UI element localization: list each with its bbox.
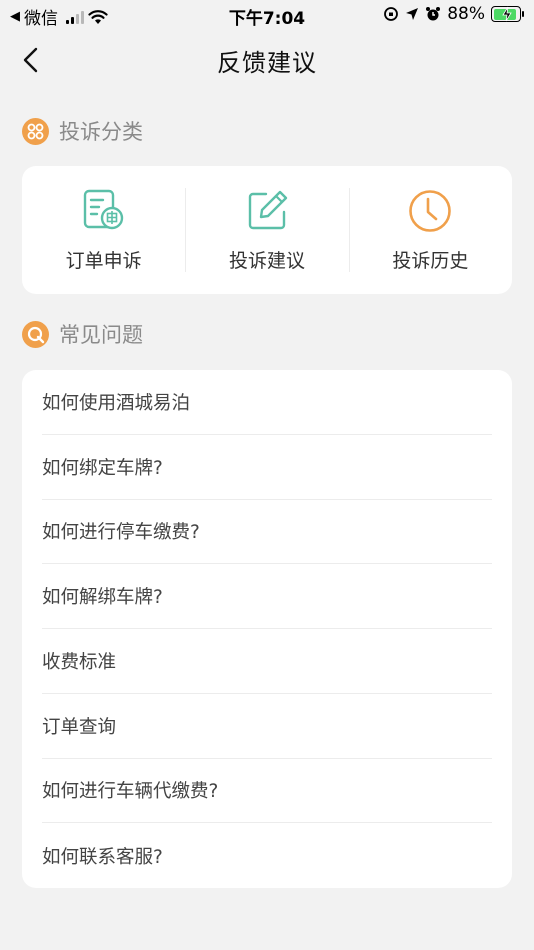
cellular-signal-icon (66, 10, 84, 24)
order-appeal-icon (83, 189, 123, 229)
faq-list: 如何使用酒城易泊 如何绑定车牌? 如何进行停车缴费? 如何解绑车牌? 收费标准 … (22, 370, 512, 888)
faq-item[interactable]: 如何使用酒城易泊 (42, 370, 492, 435)
faq-item[interactable]: 如何联系客服? (42, 823, 492, 888)
status-bar: ◀ 微信 下午7:04 88% (0, 0, 534, 30)
status-right: 88% (383, 4, 524, 24)
faq-item[interactable]: 如何绑定车牌? (42, 435, 492, 500)
complaint-history-button[interactable]: 投诉历史 (348, 166, 512, 294)
screen-rotation-lock-icon (384, 7, 399, 21)
complaint-section-title: 投诉分类 (59, 120, 143, 144)
order-appeal-button[interactable]: 订单申诉 (22, 166, 185, 294)
complaint-suggestion-button[interactable]: 投诉建议 (185, 166, 348, 294)
location-arrow-icon (406, 8, 419, 20)
alarm-icon (426, 7, 441, 21)
faq-item[interactable]: 如何进行车辆代缴费? (42, 759, 492, 824)
faq-section-header: 常见问题 (22, 319, 143, 349)
battery-charging-icon (491, 6, 524, 22)
faq-q-icon (22, 320, 49, 348)
faq-item[interactable]: 如何进行停车缴费? (42, 500, 492, 565)
clock-icon (409, 189, 452, 232)
back-app-label: 微信 (24, 9, 58, 29)
complaint-category-card: 订单申诉 投诉建议 投诉历史 (22, 166, 512, 294)
page-title: 反馈建议 (217, 48, 317, 77)
faq-item[interactable]: 如何解绑车牌? (42, 564, 492, 629)
complaint-suggestion-label: 投诉建议 (228, 249, 305, 272)
battery-percent: 88% (447, 4, 485, 24)
wifi-icon (88, 9, 108, 24)
faq-item[interactable]: 收费标准 (42, 629, 492, 694)
complaint-section-header: 投诉分类 (22, 116, 143, 146)
navigation-bar: 反馈建议 (0, 30, 534, 90)
back-chevron-icon[interactable] (18, 46, 46, 74)
faq-item[interactable]: 订单查询 (42, 694, 492, 759)
status-left[interactable]: ◀ 微信 (10, 4, 108, 29)
faq-section-title: 常见问题 (59, 323, 143, 347)
order-appeal-label: 订单申诉 (65, 249, 142, 272)
back-to-app-arrow-icon: ◀ (10, 9, 20, 24)
edit-icon (248, 190, 288, 229)
category-grid-icon (22, 117, 49, 145)
complaint-history-label: 投诉历史 (392, 249, 469, 272)
